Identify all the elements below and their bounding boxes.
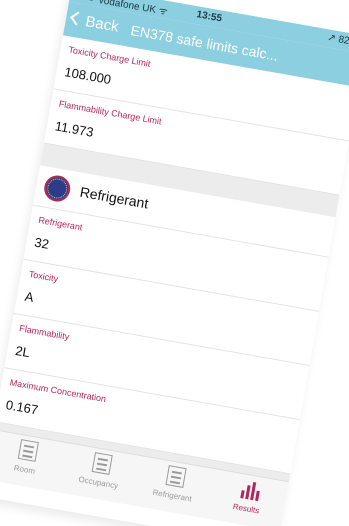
back-label: Back <box>84 13 121 36</box>
bar-chart-icon <box>237 477 262 502</box>
results-content: Toxicity Charge Limit 108.000 Flammabili… <box>0 35 349 496</box>
refrigerant-logo-icon <box>42 173 73 204</box>
field-value: 2L <box>14 342 32 361</box>
back-button[interactable]: Back <box>70 11 120 36</box>
field-value: 11.973 <box>53 118 95 140</box>
tab-label: Room <box>13 463 36 476</box>
calculator-icon <box>164 465 187 488</box>
calculator-icon <box>91 452 113 475</box>
calculator-icon <box>17 439 39 462</box>
tab-results[interactable]: Results <box>208 473 288 520</box>
field-label: Toxicity Charge Limit <box>67 44 152 69</box>
tab-occupancy[interactable]: Occupancy <box>61 447 141 494</box>
tab-refrigerant[interactable]: Refrigerant <box>134 460 214 507</box>
wifi-icon: ᯤ <box>157 5 169 18</box>
tab-label: Results <box>232 501 260 516</box>
chevron-left-icon <box>70 11 85 26</box>
logo-stars-ring <box>45 176 69 201</box>
tab-label: Occupancy <box>77 474 119 491</box>
field-value: 0.167 <box>4 397 40 418</box>
battery-indicator: ↗ 82% <box>326 32 349 49</box>
section-title: Refrigerant <box>78 183 150 212</box>
field-label: Refrigerant <box>37 214 84 233</box>
status-time: 13:55 <box>195 9 223 25</box>
tab-label: Refrigerant <box>151 487 193 504</box>
field-label: Toxicity <box>28 269 59 284</box>
field-value: A <box>23 288 35 305</box>
phone-screen: •••○○ vodafone UK ᯤ 13:55 ↗ 82% Back EN3… <box>0 0 349 526</box>
field-value: 108.000 <box>63 64 113 88</box>
screenshot-stage: •••○○ vodafone UK ᯤ 13:55 ↗ 82% Back EN3… <box>0 0 349 526</box>
field-label: Flammability <box>18 323 71 342</box>
tab-room[interactable]: Room <box>0 434 67 481</box>
field-value: 32 <box>33 234 51 252</box>
